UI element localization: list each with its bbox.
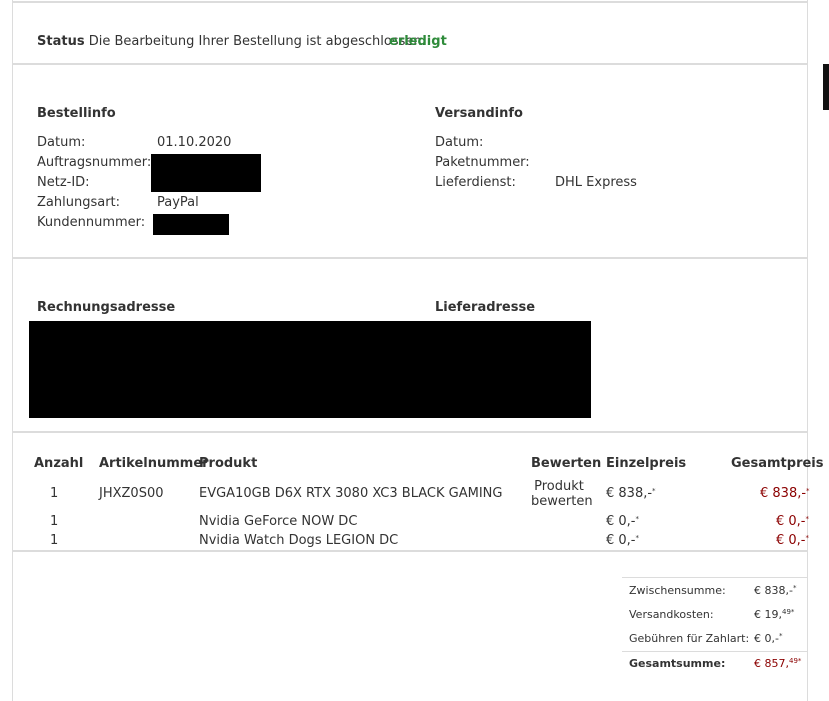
row-total-price: € 0,-*	[776, 514, 809, 529]
row-product: Nvidia Watch Dogs LEGION DC	[199, 533, 399, 548]
zahlungsart-value: PayPal	[157, 195, 199, 210]
lieferdienst-label: Lieferdienst:	[435, 175, 516, 190]
col-header-bewerten: Bewerten	[531, 456, 602, 471]
lieferdienst-value: DHL Express	[555, 175, 637, 190]
versandinfo-heading: Versandinfo	[435, 106, 523, 121]
kundennummer-label: Kundennummer:	[37, 215, 146, 230]
row-qty: 1	[50, 533, 59, 548]
zwischensumme-value: € 838,-*	[754, 584, 797, 597]
row-unit-price: € 0,-*	[606, 514, 639, 529]
row-product: EVGA10GB D6X RTX 3080 XC3 BLACK GAMING	[199, 486, 503, 501]
status-label: Status	[37, 34, 85, 49]
summary-top-line	[622, 577, 808, 578]
row-unit-price: € 0,-*	[606, 533, 639, 548]
gesamtsumme-value: € 857,49*	[754, 657, 802, 670]
col-header-produkt: Produkt	[199, 456, 258, 471]
status-badge: erledigt	[389, 34, 447, 49]
summary-total-line	[622, 651, 808, 652]
gebuehren-value: € 0,-*	[754, 632, 783, 645]
status-line: Status Die Bearbeitung Ihrer Bestellung …	[37, 34, 426, 49]
col-header-einzelpreis: Einzelpreis	[606, 456, 687, 471]
versand-datum-label: Datum:	[435, 135, 484, 150]
divider-status	[12, 63, 808, 65]
netz-id-label: Netz-ID:	[37, 175, 90, 190]
zahlungsart-label: Zahlungsart:	[37, 195, 121, 210]
zwischensumme-label: Zwischensumme:	[629, 584, 726, 597]
row-sku: JHXZ0S00	[99, 486, 164, 501]
auftragsnummer-label: Auftragsnummer:	[37, 155, 152, 170]
col-header-anzahl: Anzahl	[34, 456, 84, 471]
versandkosten-value: € 19,49*	[754, 608, 795, 621]
status-text: Die Bearbeitung Ihrer Bestellung ist abg…	[88, 34, 426, 49]
divider-address	[12, 431, 808, 433]
redaction-block-addresses	[29, 321, 591, 418]
rate-link-line2: bewerten	[531, 494, 593, 509]
row-product: Nvidia GeForce NOW DC	[199, 514, 358, 529]
versandkosten-label: Versandkosten:	[629, 608, 714, 621]
lieferadresse-heading: Lieferadresse	[435, 300, 536, 315]
paketnummer-label: Paketnummer:	[435, 155, 530, 170]
bestell-datum-value: 01.10.2020	[157, 135, 232, 150]
row-unit-price: € 838,-*	[606, 486, 656, 501]
divider-table	[12, 550, 808, 552]
redaction-block-order-ids	[151, 154, 261, 192]
rate-link-line1: Produkt	[534, 479, 584, 494]
divider-top	[12, 1, 808, 3]
gebuehren-label: Gebühren für Zahlart:	[629, 632, 750, 645]
row-total-price: € 838,-*	[760, 486, 810, 501]
rechnungsadresse-heading: Rechnungsadresse	[37, 300, 176, 315]
divider-info	[12, 257, 808, 259]
rate-product-link[interactable]: Produkt bewerten	[531, 479, 593, 509]
row-total-price: € 0,-*	[776, 533, 809, 548]
col-header-artikelnummer: Artikelnummer	[99, 456, 209, 471]
col-header-gesamtpreis: Gesamtpreis	[731, 456, 824, 471]
bestellinfo-heading: Bestellinfo	[37, 106, 116, 121]
row-qty: 1	[50, 514, 59, 529]
edge-mark	[823, 64, 829, 110]
gesamtsumme-label: Gesamtsumme:	[629, 657, 726, 670]
bestell-datum-label: Datum:	[37, 135, 86, 150]
row-qty: 1	[50, 486, 59, 501]
redaction-block-customer-id	[153, 214, 229, 235]
